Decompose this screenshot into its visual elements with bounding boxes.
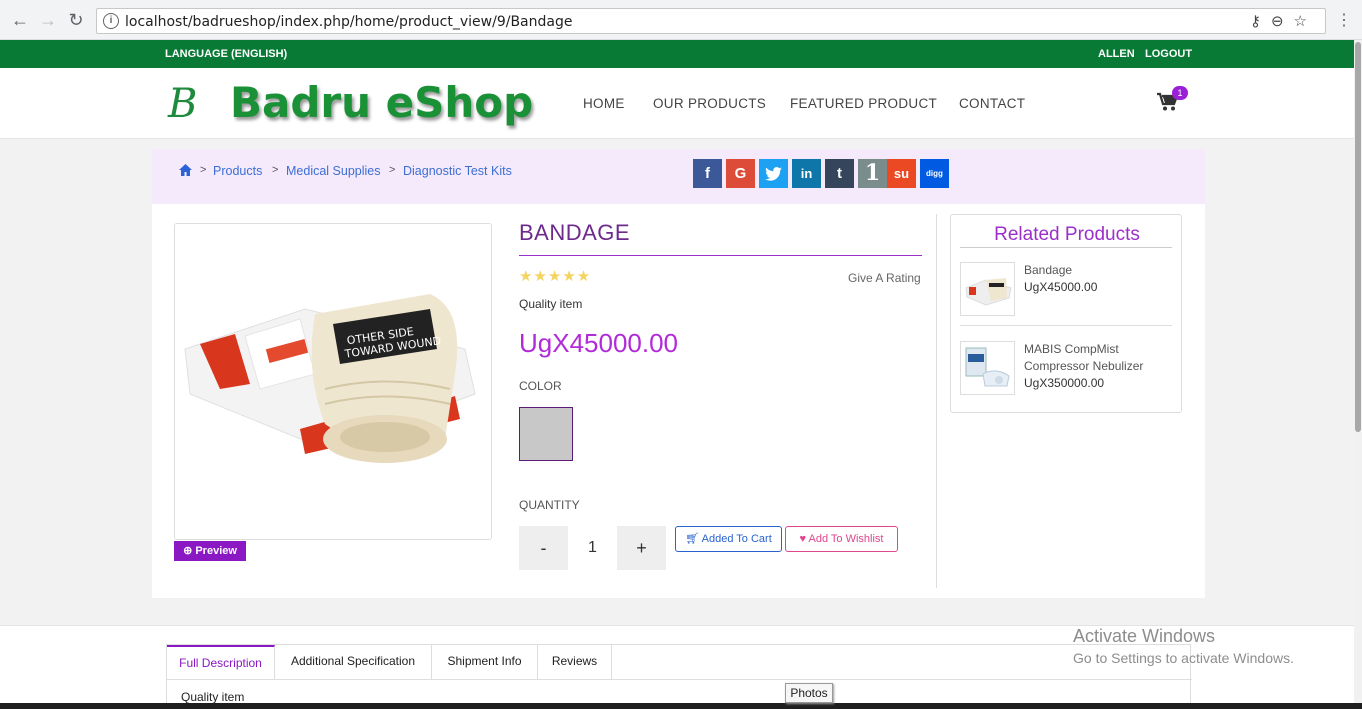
cart-count-badge: 1 bbox=[1172, 86, 1188, 100]
related-item-thumbnail[interactable] bbox=[960, 262, 1015, 316]
quantity-input[interactable]: 1 bbox=[568, 526, 617, 570]
windows-activation-watermark: Activate Windows Go to Settings to activ… bbox=[1073, 626, 1294, 666]
google-share-icon[interactable]: G bbox=[726, 159, 755, 188]
tab-full-description[interactable]: Full Description bbox=[167, 645, 275, 679]
related-products: Related Products Bandage UgX45000.00 MAB… bbox=[950, 214, 1182, 413]
breadcrumb-separator: > bbox=[389, 164, 396, 176]
nav-contact[interactable]: CONTACT bbox=[959, 96, 1025, 111]
cart-small-icon: 🛒︎ bbox=[685, 533, 700, 545]
related-item-price: UgX350000.00 bbox=[1024, 376, 1105, 390]
color-swatch[interactable] bbox=[519, 407, 573, 461]
one-share-icon[interactable]: 1 bbox=[858, 159, 887, 188]
facebook-share-icon[interactable]: f bbox=[693, 159, 722, 188]
heart-icon: ♥ bbox=[799, 533, 807, 545]
breadcrumb-separator: > bbox=[272, 164, 279, 176]
product-image[interactable]: OTHER SIDE TOWARD WOUND bbox=[174, 223, 492, 540]
preview-label: Preview bbox=[195, 545, 237, 557]
reload-icon[interactable]: ↻ bbox=[66, 10, 86, 30]
product-tabs: Full Description Additional Specificatio… bbox=[166, 644, 1192, 709]
linkedin-share-icon[interactable]: in bbox=[792, 159, 821, 188]
quantity-increase-button[interactable]: + bbox=[617, 526, 666, 570]
product-price: UgX45000.00 bbox=[519, 328, 679, 358]
column-divider bbox=[936, 214, 937, 588]
photos-tooltip: Photos bbox=[785, 683, 833, 703]
related-item-thumbnail[interactable] bbox=[960, 341, 1015, 395]
back-icon[interactable]: ← bbox=[10, 10, 30, 30]
quantity-decrease-button[interactable]: - bbox=[519, 526, 568, 570]
tumblr-share-icon[interactable]: t bbox=[825, 159, 854, 188]
digg-share-icon[interactable]: digg bbox=[920, 159, 949, 188]
breadcrumb-diagnostic-test-kits[interactable]: Diagnostic Test Kits bbox=[403, 164, 512, 178]
watermark-subtitle: Go to Settings to activate Windows. bbox=[1073, 650, 1294, 666]
url-text[interactable]: localhost/badrueshop/index.php/home/prod… bbox=[125, 14, 572, 30]
browser-menu-icon[interactable]: ⋮ bbox=[1336, 10, 1352, 30]
quantity-stepper: - 1 + bbox=[519, 526, 666, 570]
logout-link[interactable]: LOGOUT bbox=[1145, 48, 1192, 60]
twitter-share-icon[interactable] bbox=[759, 159, 788, 188]
related-title-divider bbox=[960, 247, 1172, 248]
tab-shipment-info[interactable]: Shipment Info bbox=[432, 645, 538, 679]
logo-mark[interactable]: B bbox=[168, 81, 197, 127]
preview-button[interactable]: ⊕ Preview bbox=[174, 541, 246, 561]
related-item-name[interactable]: MABIS CompMist Compressor Nebulizer bbox=[1024, 341, 1169, 375]
give-rating-link[interactable]: Give A Rating bbox=[848, 271, 921, 285]
os-taskbar[interactable] bbox=[0, 703, 1362, 709]
language-selector[interactable]: LANGUAGE (ENGLISH) bbox=[165, 48, 287, 60]
nav-featured-product[interactable]: FEATURED PRODUCT bbox=[790, 96, 937, 111]
title-divider bbox=[519, 255, 922, 256]
user-link[interactable]: ALLEN bbox=[1098, 48, 1135, 60]
address-bar[interactable]: i localhost/badrueshop/index.php/home/pr… bbox=[96, 8, 1326, 34]
info-icon[interactable]: i bbox=[103, 13, 119, 29]
breadcrumb-products[interactable]: Products bbox=[213, 164, 262, 178]
top-bar: LANGUAGE (ENGLISH) ALLEN LOGOUT bbox=[0, 40, 1354, 68]
color-label: COLOR bbox=[519, 379, 562, 393]
nav-home[interactable]: HOME bbox=[583, 96, 625, 111]
product-panel: OTHER SIDE TOWARD WOUND ⊕ Preview BANDAG… bbox=[152, 204, 1205, 598]
breadcrumb: > Products > Medical Supplies > Diagnost… bbox=[152, 149, 1205, 204]
add-to-wishlist-button[interactable]: ♥ Add To Wishlist bbox=[785, 526, 898, 552]
browser-toolbar: ← → ↻ i localhost/badrueshop/index.php/h… bbox=[0, 0, 1362, 40]
breadcrumb-separator: > bbox=[200, 164, 207, 176]
site-header: B Badru eShop HOME OUR PRODUCTS FEATURED… bbox=[0, 68, 1354, 139]
product-short-description: Quality item bbox=[519, 297, 583, 311]
tab-reviews[interactable]: Reviews bbox=[538, 645, 612, 679]
tab-additional-specification[interactable]: Additional Specification bbox=[275, 645, 432, 679]
zoom-icon: ⊕ bbox=[183, 545, 193, 557]
related-divider bbox=[960, 325, 1172, 326]
related-item-price: UgX45000.00 bbox=[1024, 280, 1098, 294]
scrollbar-thumb[interactable] bbox=[1355, 42, 1361, 432]
nav-our-products[interactable]: OUR PRODUCTS bbox=[653, 96, 766, 111]
home-icon[interactable] bbox=[179, 163, 192, 179]
product-title: BANDAGE bbox=[519, 220, 631, 245]
forward-icon[interactable]: → bbox=[38, 10, 58, 30]
added-to-cart-button[interactable]: 🛒︎ Added To Cart bbox=[675, 526, 782, 552]
breadcrumb-medical-supplies[interactable]: Medical Supplies bbox=[286, 164, 381, 178]
stumbleupon-share-icon[interactable]: su bbox=[887, 159, 916, 188]
added-to-cart-label: Added To Cart bbox=[701, 533, 772, 545]
watermark-title: Activate Windows bbox=[1073, 626, 1216, 646]
address-bar-icons[interactable]: ⚷⊖☆ bbox=[1250, 12, 1317, 30]
related-products-title: Related Products bbox=[994, 224, 1140, 245]
full-description-text: Quality item bbox=[181, 690, 245, 704]
add-to-wishlist-label: Add To Wishlist bbox=[808, 533, 884, 545]
quantity-label: QUANTITY bbox=[519, 498, 580, 512]
logo-text[interactable]: Badru eShop bbox=[230, 78, 533, 127]
rating-stars[interactable]: ★★★★★ bbox=[519, 267, 591, 285]
tabs-divider bbox=[167, 679, 1192, 680]
related-item-name[interactable]: Bandage bbox=[1024, 262, 1169, 279]
page-scrollbar[interactable] bbox=[1354, 40, 1362, 709]
